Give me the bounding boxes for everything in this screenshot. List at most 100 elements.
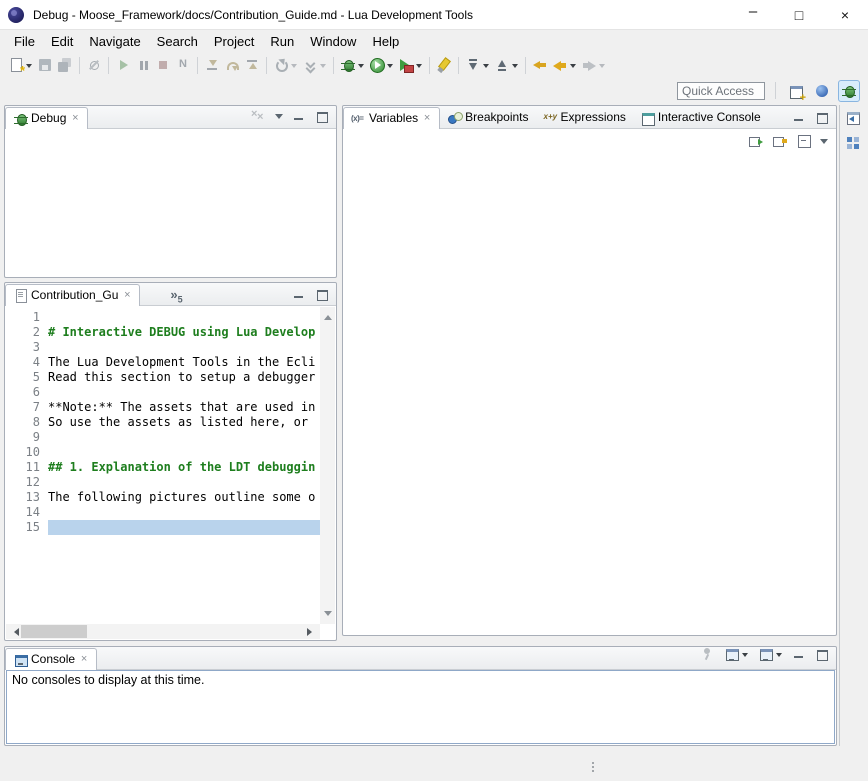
close-icon[interactable]	[422, 112, 432, 124]
menu-item[interactable]: Search	[149, 32, 206, 51]
back-button[interactable]	[550, 54, 579, 76]
code-line[interactable]: 12	[6, 475, 320, 490]
code-line[interactable]: 14	[6, 505, 320, 520]
quick-access-input[interactable]: Quick Access	[677, 82, 765, 100]
code-area[interactable]: 1 2 # Interactive DEBUG using Lua Develo…	[6, 307, 320, 624]
close-icon[interactable]	[122, 289, 132, 301]
horizontal-scrollbar[interactable]	[6, 624, 320, 639]
vertical-scrollbar[interactable]	[320, 307, 335, 624]
dropdown-caret	[599, 64, 605, 71]
minimize-icon[interactable]	[792, 647, 806, 661]
view-menu-icon[interactable]	[275, 114, 283, 123]
code-line[interactable]: 4 The Lua Development Tools in the Ecli	[6, 355, 320, 370]
maximize-icon[interactable]	[315, 109, 329, 123]
lua-perspective-button[interactable]	[812, 81, 832, 101]
close-icon[interactable]	[70, 112, 80, 124]
code-line[interactable]: 13 The following pictures outline some o	[6, 490, 320, 505]
open-perspective-button[interactable]	[786, 80, 806, 102]
code-line[interactable]: 10	[6, 445, 320, 460]
open-console-button[interactable]	[758, 643, 783, 665]
maximize-icon[interactable]	[315, 287, 329, 301]
tab-variables[interactable]: Variables	[343, 107, 440, 129]
maximize-icon[interactable]	[815, 110, 829, 124]
tab-contribution-guide[interactable]: Contribution_Gu	[5, 284, 140, 306]
code-line[interactable]: 11 ## 1. Explanation of the LDT debuggin	[6, 460, 320, 475]
drop-to-frame-button[interactable]	[300, 54, 329, 76]
terminate-button[interactable]	[153, 54, 173, 76]
code-line[interactable]: 6	[6, 385, 320, 400]
code-line[interactable]: 15	[6, 520, 320, 535]
line-number: 15	[6, 520, 48, 535]
minimized-view-grid-icon[interactable]	[845, 135, 861, 151]
menu-item[interactable]: Project	[206, 32, 262, 51]
menu-item[interactable]: Help	[364, 32, 407, 51]
suspend-button[interactable]	[133, 54, 153, 76]
remove-all-terminated-icon[interactable]	[250, 108, 266, 124]
display-selected-console-button[interactable]	[724, 643, 749, 665]
console-body[interactable]: No consoles to display at this time.	[6, 670, 835, 744]
minimize-icon[interactable]	[792, 110, 806, 124]
save-button[interactable]	[35, 54, 55, 76]
debug-perspective-button[interactable]	[838, 80, 860, 102]
maximize-icon[interactable]	[815, 647, 829, 661]
previous-annotation-button[interactable]	[492, 54, 521, 76]
close-button[interactable]: ×	[822, 0, 868, 30]
tab-interactive-console[interactable]: Interactive Console	[633, 106, 768, 128]
open-perspective-icon	[788, 83, 804, 99]
scroll-right-icon[interactable]	[307, 628, 316, 636]
code-line[interactable]: 9	[6, 430, 320, 445]
menu-item[interactable]: Navigate	[81, 32, 148, 51]
disconnect-button[interactable]	[173, 54, 193, 76]
minimize-button[interactable]: –	[730, 0, 776, 30]
close-icon[interactable]	[79, 653, 89, 665]
menu-item[interactable]: File	[6, 32, 43, 51]
restore-view-icon[interactable]	[845, 109, 861, 125]
hidden-editors-chevron[interactable]: »5	[168, 287, 184, 305]
maximize-button[interactable]: □	[776, 0, 822, 30]
scroll-up-icon[interactable]	[324, 311, 332, 320]
code-line[interactable]: 8 So use the assets as listed here, or	[6, 415, 320, 430]
scrollbar-thumb[interactable]	[21, 625, 87, 638]
code-line[interactable]: 2 # Interactive DEBUG using Lua Develop	[6, 325, 320, 340]
menu-item[interactable]: Run	[262, 32, 302, 51]
next-annotation-button[interactable]	[463, 54, 492, 76]
dropdown-caret	[387, 64, 393, 71]
menu-item[interactable]: Edit	[43, 32, 81, 51]
code-line[interactable]: 3	[6, 340, 320, 355]
scroll-left-icon[interactable]	[10, 628, 19, 636]
line-text: # Interactive DEBUG using Lua Develop	[48, 325, 320, 340]
new-button[interactable]	[6, 54, 35, 76]
mark-occurrences-button[interactable]	[434, 54, 454, 76]
code-line[interactable]: 5 Read this section to setup a debugger	[6, 370, 320, 385]
show-logical-structure-icon[interactable]	[748, 133, 764, 149]
run-button[interactable]	[367, 54, 396, 76]
external-tools-button[interactable]	[396, 54, 425, 76]
debug-button[interactable]	[338, 54, 367, 76]
tab-breakpoints[interactable]: Breakpoints	[440, 106, 535, 128]
tab-console[interactable]: Console	[5, 648, 97, 670]
step-into-button[interactable]	[202, 54, 222, 76]
step-over-button[interactable]	[222, 54, 242, 76]
minimize-icon[interactable]	[292, 109, 306, 123]
step-return-button[interactable]	[242, 54, 262, 76]
collapse-all-icon[interactable]	[796, 133, 812, 149]
resume-button[interactable]	[113, 54, 133, 76]
code-line[interactable]: 7 **Note:** The assets that are used in	[6, 400, 320, 415]
tab-debug[interactable]: Debug	[5, 107, 88, 129]
minimize-icon[interactable]	[292, 287, 306, 301]
pin-console-icon[interactable]	[699, 646, 715, 662]
code-line[interactable]: 1	[6, 310, 320, 325]
menu-item[interactable]: Window	[302, 32, 364, 51]
save-all-button[interactable]	[55, 54, 75, 76]
console-tab-bar: Console	[5, 647, 836, 670]
statusbar-drag-handle[interactable]	[592, 762, 595, 774]
link-with-debug-icon[interactable]	[772, 133, 788, 149]
toolbar-separator	[79, 57, 80, 74]
tab-expressions[interactable]: Expressions	[536, 106, 633, 128]
forward-button[interactable]	[579, 54, 608, 76]
last-edit-location-button[interactable]	[530, 54, 550, 76]
scroll-down-icon[interactable]	[324, 611, 332, 620]
view-menu-icon[interactable]	[820, 139, 828, 148]
restart-button[interactable]	[271, 54, 300, 76]
skip-breakpoints-button[interactable]	[84, 54, 104, 76]
